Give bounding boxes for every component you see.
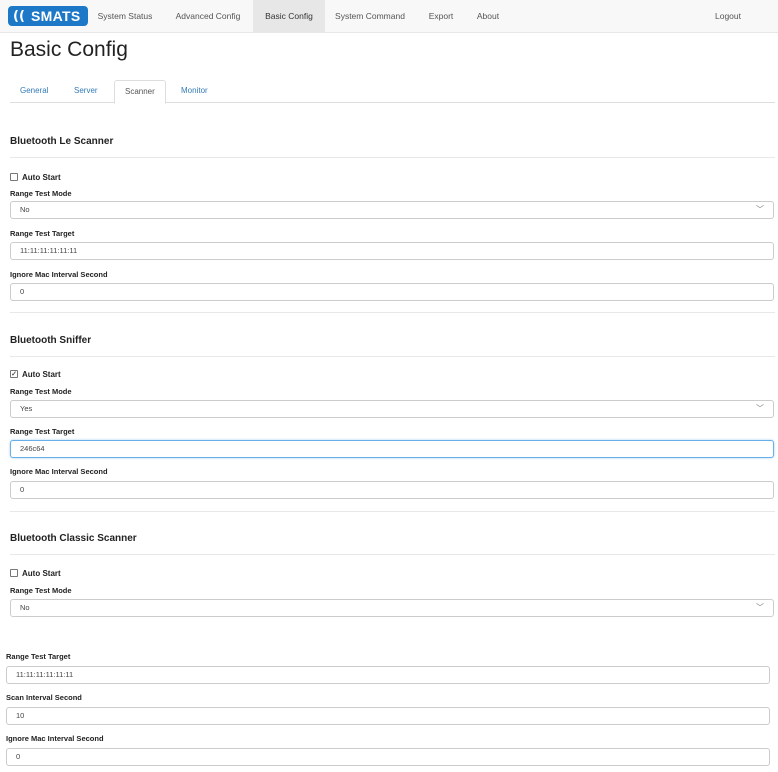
classic-scanner-title: Bluetooth Classic Scanner	[10, 533, 137, 544]
le-range-target-input[interactable]: 11:11:11:11:11:11	[10, 242, 774, 260]
classic-scan-interval-label: Scan Interval Second	[6, 693, 82, 702]
logout-link[interactable]: Logout	[698, 0, 758, 33]
page-title: Basic Config	[10, 38, 128, 61]
sniffer-title: Bluetooth Sniffer	[10, 335, 92, 346]
le-ignore-input[interactable]: 0	[10, 283, 774, 301]
nav-about[interactable]: About	[466, 0, 510, 33]
sniffer-auto-start-label: Auto Start	[22, 369, 61, 379]
divider	[10, 511, 775, 512]
smats-logo[interactable]: (( SMATS	[8, 6, 89, 26]
logo-icon: ((	[8, 6, 30, 26]
le-range-mode-label: Range Test Mode	[10, 189, 72, 198]
tab-general[interactable]: General	[10, 80, 58, 103]
classic-ignore-label: Ignore Mac Interval Second	[6, 734, 104, 743]
sniffer-range-target-label: Range Test Target	[10, 427, 75, 436]
config-tabs: General Server Scanner Monitor	[10, 80, 775, 104]
classic-range-target-input[interactable]: 11:11:11:11:11:11	[6, 666, 770, 684]
tab-server[interactable]: Server	[64, 80, 108, 103]
classic-auto-start-label: Auto Start	[22, 568, 61, 578]
sniffer-auto-start-row[interactable]: ✓ Auto Start	[10, 368, 61, 380]
divider	[10, 554, 775, 555]
nav-advanced-config[interactable]: Advanced Config	[166, 0, 250, 33]
nav-system-command[interactable]: System Command	[326, 0, 414, 33]
sniffer-range-mode-select[interactable]: Yes ﹀	[10, 400, 774, 418]
checkmark-icon: ✓	[11, 370, 17, 378]
classic-ignore-input[interactable]: 0	[6, 748, 770, 766]
le-auto-start-label: Auto Start	[22, 172, 61, 182]
top-navbar: (( SMATS System Status Advanced Config B…	[0, 0, 778, 33]
classic-scan-interval-input[interactable]: 10	[6, 707, 770, 725]
le-ignore-label: Ignore Mac Interval Second	[10, 270, 108, 279]
divider	[10, 312, 775, 313]
sniffer-range-target-input[interactable]: 246c64	[10, 440, 774, 458]
chevron-down-icon: ﹀	[756, 603, 764, 612]
divider	[10, 157, 775, 158]
chevron-down-icon: ﹀	[756, 205, 764, 214]
classic-auto-start-row[interactable]: Auto Start	[10, 567, 61, 579]
sniffer-ignore-label: Ignore Mac Interval Second	[10, 467, 108, 476]
nav-system-status[interactable]: System Status	[86, 0, 164, 33]
le-range-target-label: Range Test Target	[10, 229, 75, 238]
classic-range-mode-value: No	[20, 603, 30, 612]
le-scanner-title: Bluetooth Le Scanner	[10, 136, 114, 147]
divider	[10, 356, 775, 357]
tab-monitor[interactable]: Monitor	[171, 80, 218, 103]
logo-text: SMATS	[30, 6, 89, 26]
nav-basic-config[interactable]: Basic Config	[253, 0, 325, 33]
classic-range-target-label: Range Test Target	[6, 652, 71, 661]
classic-range-mode-select[interactable]: No ﹀	[10, 599, 774, 617]
le-auto-start-row[interactable]: Auto Start	[10, 171, 61, 183]
le-range-mode-value: No	[20, 205, 30, 214]
chevron-down-icon: ﹀	[756, 404, 764, 413]
nav-export[interactable]: Export	[416, 0, 466, 33]
sniffer-range-mode-label: Range Test Mode	[10, 387, 72, 396]
le-range-mode-select[interactable]: No ﹀	[10, 201, 774, 219]
classic-range-mode-label: Range Test Mode	[10, 586, 72, 595]
sniffer-auto-start-checkbox[interactable]: ✓	[10, 370, 18, 378]
sniffer-range-mode-value: Yes	[20, 404, 33, 413]
tab-scanner[interactable]: Scanner	[114, 80, 166, 104]
le-auto-start-checkbox[interactable]	[10, 173, 18, 181]
classic-auto-start-checkbox[interactable]	[10, 569, 18, 577]
sniffer-ignore-input[interactable]: 0	[10, 481, 774, 499]
